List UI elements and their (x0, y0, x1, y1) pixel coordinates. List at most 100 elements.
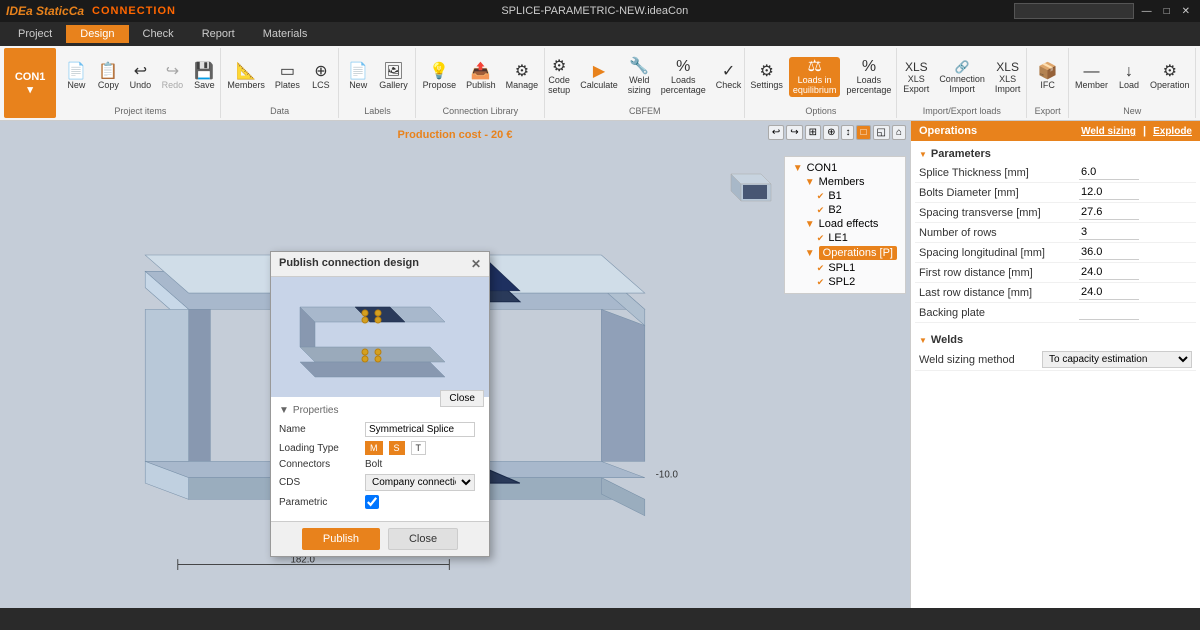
xls-export-button[interactable]: XLSXLSExport (899, 58, 933, 96)
new-operation-button[interactable]: ⚙Operation (1146, 62, 1194, 92)
vp-rotate-button[interactable]: ↩ (768, 125, 784, 140)
plates-button[interactable]: ▭Plates (271, 62, 304, 92)
explode-link[interactable]: Explode (1153, 126, 1192, 137)
loads-pct-button[interactable]: %Loadspercentage (842, 57, 895, 97)
xls-import-button[interactable]: XLSXLSImport (991, 58, 1025, 96)
param-row: Last row distance [mm] (915, 283, 1196, 303)
ribbon-group-import-export: XLSXLSExport 🔗ConnectionImport XLSXLSImp… (898, 48, 1027, 118)
loading-s-button[interactable]: S (389, 441, 405, 455)
propose-button[interactable]: 💡Propose (419, 62, 461, 92)
vp-origin-button[interactable]: ⊕ (823, 125, 839, 140)
tab-report[interactable]: Report (188, 25, 249, 43)
ifc-button[interactable]: 📦IFC (1033, 62, 1063, 92)
vp-perspective-button[interactable]: ◱ (873, 125, 890, 140)
tab-check[interactable]: Check (129, 25, 188, 43)
prop-row-loading: Loading Type M S T (279, 441, 481, 455)
tree-operations-group[interactable]: ▼ Operations [P] (805, 245, 897, 261)
param-value-input[interactable] (1079, 165, 1139, 180)
new-label: New (1123, 104, 1141, 116)
tree-le1[interactable]: ✔ LE1 (817, 231, 897, 245)
tree-con1[interactable]: ▼ CON1 (793, 161, 897, 175)
parameters-section-header[interactable]: Parameters (915, 145, 1196, 163)
loading-m-button[interactable]: M (365, 441, 383, 455)
minimize-button[interactable]: — (1138, 6, 1156, 17)
vp-redo-button[interactable]: ↪ (786, 125, 802, 140)
search-input[interactable] (1014, 3, 1134, 19)
ops-header-actions: Weld sizing | Explode (1081, 125, 1192, 137)
param-value-input[interactable] (1079, 185, 1139, 200)
lcs-button[interactable]: ⊕LCS (306, 62, 336, 92)
prop-row-name: Name (279, 422, 481, 437)
members-button[interactable]: 📐Members (223, 62, 269, 92)
loads-percentage-button[interactable]: %Loadspercentage (657, 57, 710, 97)
welds-table: Weld sizing method To capacity estimatio… (915, 349, 1196, 371)
vp-home-button[interactable]: ⌂ (892, 125, 906, 140)
weld-sizing-button[interactable]: 🔧Weldsizing (624, 57, 655, 97)
tree-members-group[interactable]: ▼ Members (805, 175, 897, 189)
redo-button[interactable]: ↪Redo (157, 62, 187, 92)
loading-t-button[interactable]: T (411, 441, 427, 455)
param-value-input[interactable] (1079, 305, 1139, 320)
param-value-input[interactable] (1079, 245, 1139, 260)
welds-section-header[interactable]: Welds (915, 331, 1196, 349)
manage-button[interactable]: ⚙Manage (502, 62, 543, 92)
svg-text:-10.0: -10.0 (656, 470, 679, 481)
calculate-button[interactable]: ▶Calculate (576, 62, 622, 92)
title-bar-left: IDEa StaticCa CONNECTION (6, 4, 176, 18)
tree-b1-label: B1 (828, 190, 841, 202)
weld-sizing-select[interactable]: To capacity estimation (1042, 351, 1192, 368)
status-bar (0, 608, 1200, 630)
new-button[interactable]: 📄New (61, 62, 91, 92)
dialog-close-btn[interactable]: Close (388, 528, 458, 550)
tree-spl2[interactable]: ✔ SPL2 (817, 275, 897, 289)
dialog-close-button[interactable]: ✕ (471, 257, 481, 271)
param-name: Spacing transverse [mm] (915, 203, 1075, 223)
gallery-button[interactable]: 🖼Gallery (375, 62, 412, 92)
param-value-input[interactable] (1079, 225, 1139, 240)
tab-project[interactable]: Project (4, 25, 66, 43)
cds-select[interactable]: Company connection design set (365, 474, 475, 491)
vp-fit-button[interactable]: ↕ (841, 125, 854, 140)
parametric-checkbox[interactable] (365, 495, 379, 509)
con1-button[interactable]: CON1 ▾ (4, 48, 56, 118)
weld-sizing-link[interactable]: Weld sizing (1081, 126, 1136, 137)
settings-button[interactable]: ⚙Settings (746, 62, 787, 92)
copy-button[interactable]: 📋Copy (93, 62, 123, 92)
tree-spl1[interactable]: ✔ SPL1 (817, 261, 897, 275)
check-button[interactable]: ✓Check (712, 62, 746, 92)
dialog-preview: Close (271, 277, 489, 397)
publish-button[interactable]: 📤Publish (462, 62, 500, 92)
loads-equilibrium-button[interactable]: ⚖Loads inequilibrium (789, 57, 841, 97)
param-value-input[interactable] (1079, 205, 1139, 220)
tab-materials[interactable]: Materials (249, 25, 322, 43)
new-member-button[interactable]: —Member (1071, 62, 1112, 92)
tree-panel: ▼ CON1 ▼ Members ✔ B1 ✔ B2 ▼ Load effect… (784, 156, 906, 294)
maximize-button[interactable]: □ (1160, 6, 1174, 17)
ribbon-group-cbfem: ⚙Codesetup ▶Calculate 🔧Weldsizing %Loads… (546, 48, 745, 118)
connection-import-button[interactable]: 🔗ConnectionImport (935, 58, 989, 96)
param-value-input[interactable] (1079, 285, 1139, 300)
tree-load-effects-group[interactable]: ▼ Load effects (805, 217, 897, 231)
new-load-button[interactable]: ↓Load (1114, 62, 1144, 92)
publish-btn[interactable]: Publish (302, 528, 380, 550)
labels-new-button[interactable]: 📄New (343, 62, 373, 92)
save-button[interactable]: 💾Save (189, 62, 219, 92)
code-setup-button[interactable]: ⚙Codesetup (544, 57, 574, 97)
tab-design[interactable]: Design (66, 25, 128, 43)
param-name: Bolts Diameter [mm] (915, 183, 1075, 203)
param-value-input[interactable] (1079, 265, 1139, 280)
param-row: Backing plate (915, 303, 1196, 323)
param-row: First row distance [mm] (915, 263, 1196, 283)
vp-view-button[interactable]: □ (856, 125, 870, 140)
menu-bar: Project Design Check Report Materials (0, 22, 1200, 46)
tree-b1[interactable]: ✔ B1 (817, 189, 897, 203)
dialog-close-preview-button[interactable]: Close (440, 390, 484, 397)
close-button[interactable]: ✕ (1178, 6, 1194, 17)
name-field-input[interactable] (365, 422, 475, 437)
ribbon: CON1 ▾ 📄New 📋Copy ↩Undo ↪Redo 💾Save Proj… (0, 46, 1200, 121)
export-label: Export (1035, 104, 1061, 116)
viewport[interactable]: ↩ ↪ ⊞ ⊕ ↕ □ ◱ ⌂ Production cost - 20 € (0, 121, 910, 608)
tree-b2[interactable]: ✔ B2 (817, 203, 897, 217)
vp-grid-button[interactable]: ⊞ (805, 125, 821, 140)
undo-button[interactable]: ↩Undo (125, 62, 155, 92)
